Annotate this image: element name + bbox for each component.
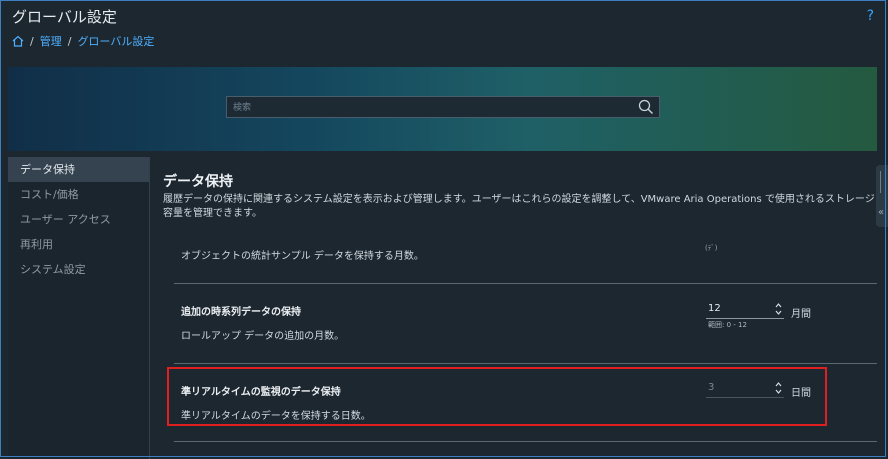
help-icon[interactable]: ? <box>867 8 874 24</box>
drag-handle-icon <box>880 171 886 193</box>
divider <box>174 363 877 364</box>
sidebar-item-reclaim[interactable]: 再利用 <box>8 232 149 257</box>
breadcrumb-separator: / <box>67 34 72 48</box>
row-2-title: 追加の時系列データの保持 <box>181 307 301 318</box>
breadcrumb-separator: / <box>30 34 34 48</box>
sidebar-item-data-retention[interactable]: データ保持 <box>8 157 149 182</box>
range-hint: 範囲: 0 - 12 <box>708 321 747 329</box>
search-box[interactable] <box>226 96 660 118</box>
row-1-description: オブジェクトの統計サンプル データを保持する月数。 <box>181 251 424 262</box>
sidebar-item-cost-price[interactable]: コスト/価格 <box>8 182 149 207</box>
settings-sidebar: データ保持 コスト/価格 ユーザー アクセス 再利用 システム設定 <box>8 157 150 459</box>
breadcrumb-global-settings[interactable]: グローバル設定 <box>77 33 154 49</box>
header-bar: グローバル設定 ? / 管理 / グローバル設定 <box>0 0 888 66</box>
breadcrumb: / 管理 / グローバル設定 <box>12 33 154 49</box>
search-banner <box>8 67 877 151</box>
near-realtime-days-input[interactable]: 3 <box>706 381 784 398</box>
divider <box>174 283 877 284</box>
unit-days: 日間 <box>791 388 811 399</box>
search-input[interactable] <box>231 99 615 117</box>
main-content: データ保持 履歴データの保持に関連するシステム設定を表示および管理します。ユーザ… <box>150 157 877 459</box>
side-panel-handle[interactable]: « <box>876 165 888 227</box>
search-icon[interactable] <box>638 99 654 115</box>
near-realtime-days-value: 3 <box>708 382 715 393</box>
row-3-title: 準リアルタイムの監視のデータ保持 <box>181 387 341 398</box>
page-title: グローバル設定 <box>12 8 117 26</box>
row-3-description: 準リアルタイムのデータを保持する日数。 <box>181 411 371 422</box>
section-description: 履歴データの保持に関連するシステム設定を表示および管理します。ユーザーはこれらの… <box>163 194 875 219</box>
divider <box>174 441 877 442</box>
unit-months: 月間 <box>791 309 811 320</box>
home-icon[interactable] <box>12 35 24 47</box>
sidebar-item-system-settings[interactable]: システム設定 <box>8 257 149 282</box>
spinner-icon[interactable] <box>775 302 782 316</box>
spinner-icon[interactable] <box>775 381 782 395</box>
extra-timeseries-months-input[interactable]: 12 <box>706 302 784 319</box>
sidebar-item-user-access[interactable]: ユーザー アクセス <box>8 207 149 232</box>
chevron-left-icon: « <box>878 207 885 218</box>
extra-timeseries-months-value: 12 <box>708 303 721 314</box>
partial-label: (ﾃﾞ) <box>705 244 718 252</box>
breadcrumb-admin[interactable]: 管理 <box>40 33 62 49</box>
row-2-description: ロールアップ データの追加の月数。 <box>181 331 345 342</box>
section-title: データ保持 <box>163 174 233 190</box>
